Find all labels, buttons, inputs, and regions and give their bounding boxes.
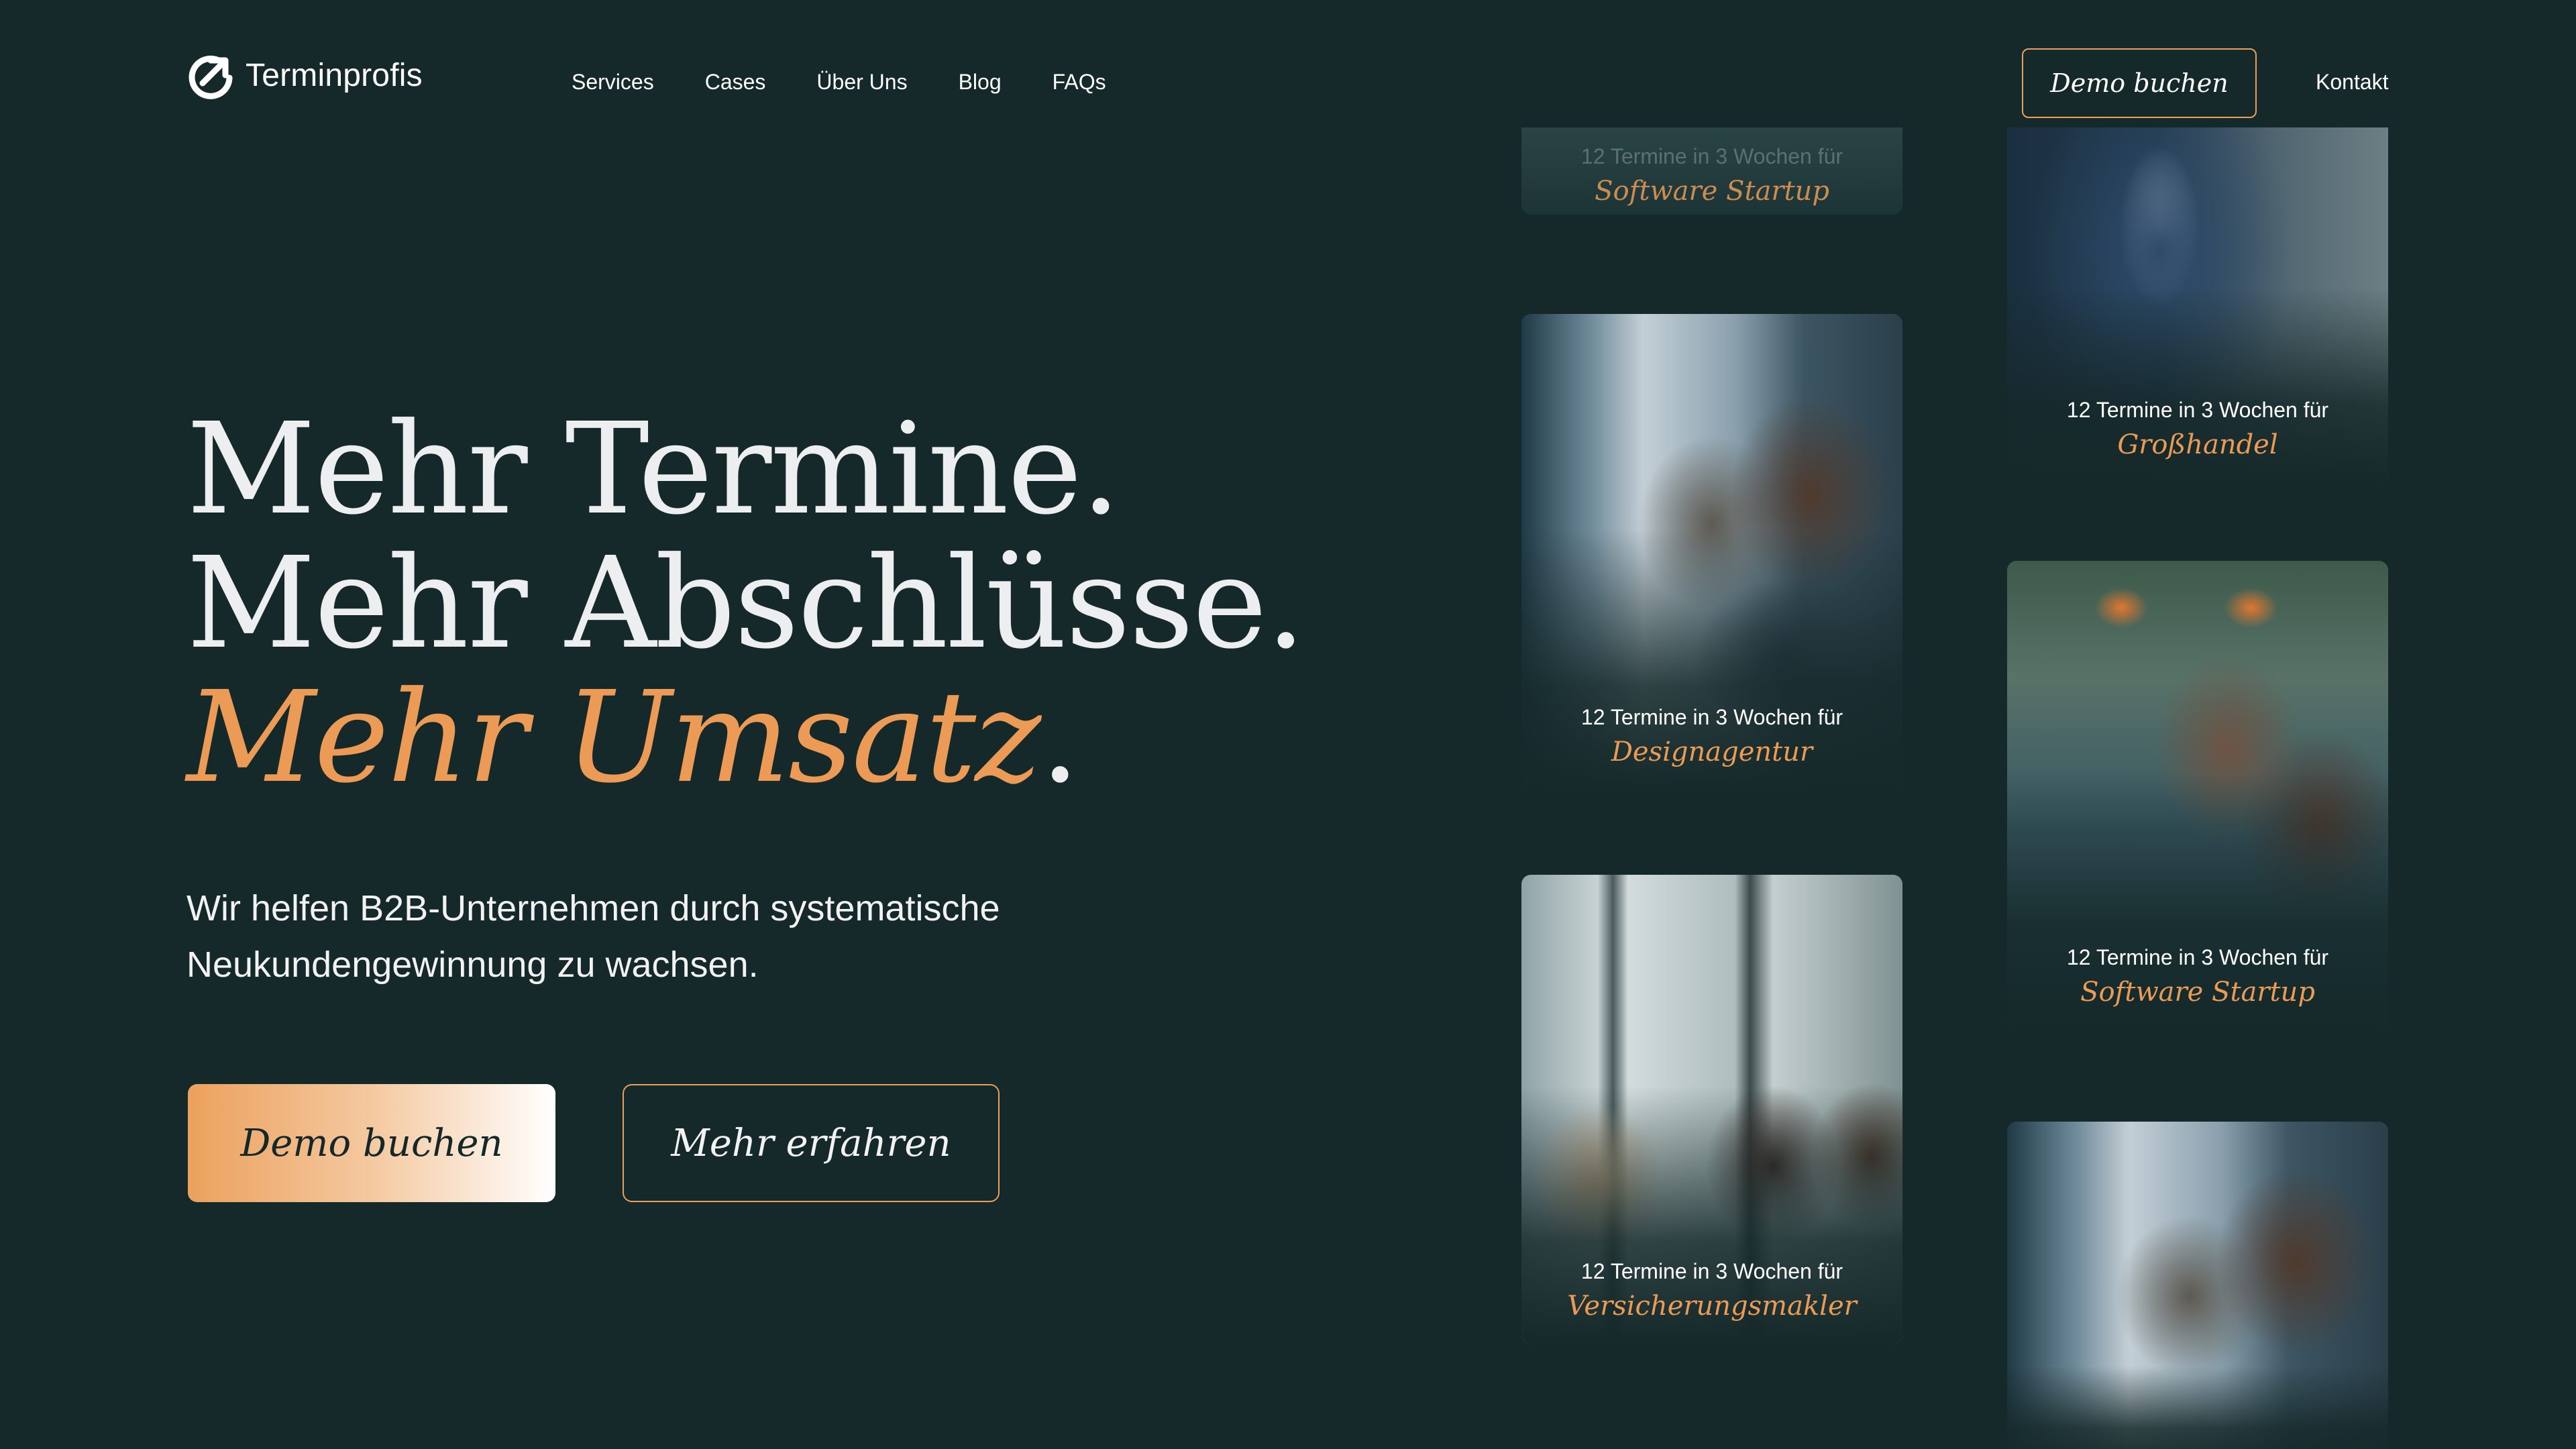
headline-line-1: Mehr Termine. [186, 396, 1121, 543]
case-caption: 12 Termine in 3 Wochen für Software Star… [1521, 144, 1902, 207]
demo-button[interactable]: Demo buchen [188, 1084, 555, 1202]
hero-subtext: Wir helfen B2B-Unternehmen durch systema… [186, 888, 1000, 985]
case-caption-text: 12 Termine in 3 Wochen für [1580, 705, 1843, 729]
case-card-software-startup[interactable]: 12 Termine in 3 Wochen für Software Star… [2007, 561, 2388, 1030]
nav-item-cases[interactable]: Cases [705, 70, 766, 95]
case-industry: Software Startup [1595, 176, 1829, 207]
header-demo-button[interactable]: Demo buchen [2022, 48, 2257, 118]
nav-item-kontakt[interactable]: Kontakt [2316, 70, 2389, 95]
headline-line-2: Mehr Abschlüsse. [186, 530, 1306, 677]
brand-logo[interactable]: Terminprofis [186, 51, 423, 99]
brand-name: Terminprofis [246, 57, 423, 93]
hero-section: Mehr Termine. Mehr Abschlüsse. Mehr Umsa… [186, 402, 1461, 805]
nav-item-services[interactable]: Services [572, 70, 654, 95]
case-industry: Designagentur [1611, 737, 1813, 767]
nav-item-ueber-uns[interactable]: Über Uns [816, 70, 907, 95]
arrow-circle-logo-icon [189, 55, 233, 99]
landing-page: Terminprofis Services Cases Über Uns Blo… [0, 0, 2576, 1449]
case-caption: 12 Termine in 3 Wochen für Großhandel [2007, 398, 2388, 460]
headline-line-3: Mehr Umsatz. [186, 671, 1461, 805]
case-caption-text: 12 Termine in 3 Wochen für [1580, 1259, 1843, 1283]
case-caption: 12 Termine in 3 Wochen für Designagentur [1521, 705, 1902, 767]
card-gradient [2007, 1366, 2388, 1449]
learn-more-button[interactable]: Mehr erfahren [623, 1084, 1000, 1202]
case-card-designagentur[interactable]: 12 Termine in 3 Wochen für Designagentur [1521, 314, 1902, 790]
case-card-grosshandel[interactable]: 12 Termine in 3 Wochen für Großhandel [2007, 127, 2388, 483]
case-caption-text: 12 Termine in 3 Wochen für [2066, 398, 2329, 422]
nav-item-blog[interactable]: Blog [959, 70, 1002, 95]
case-card-versicherungsmakler[interactable]: 12 Termine in 3 Wochen für Versicherungs… [1521, 875, 1902, 1344]
case-caption: 12 Termine in 3 Wochen für Versicherungs… [1521, 1259, 1902, 1322]
case-caption-text: 12 Termine in 3 Wochen für [2066, 945, 2329, 969]
case-caption: 12 Termine in 3 Wochen für Software Star… [2007, 945, 2388, 1008]
main-nav: Services Cases Über Uns Blog FAQs [572, 70, 1157, 95]
case-caption-text: 12 Termine in 3 Wochen für [1580, 144, 1843, 168]
case-industry: Software Startup [2080, 977, 2315, 1008]
nav-item-faqs[interactable]: FAQs [1053, 70, 1106, 95]
hero-headline: Mehr Termine. Mehr Abschlüsse. Mehr Umsa… [186, 402, 1461, 805]
headline-dot: . [1040, 664, 1080, 811]
headline-accent: Mehr Umsatz [186, 664, 1041, 811]
case-industry: Versicherungsmakler [1567, 1291, 1857, 1322]
case-industry: Großhandel [2117, 429, 2278, 460]
case-card-software-startup-top[interactable]: 12 Termine in 3 Wochen für Software Star… [1521, 127, 1902, 215]
case-card-office-team[interactable] [2007, 1122, 2388, 1449]
